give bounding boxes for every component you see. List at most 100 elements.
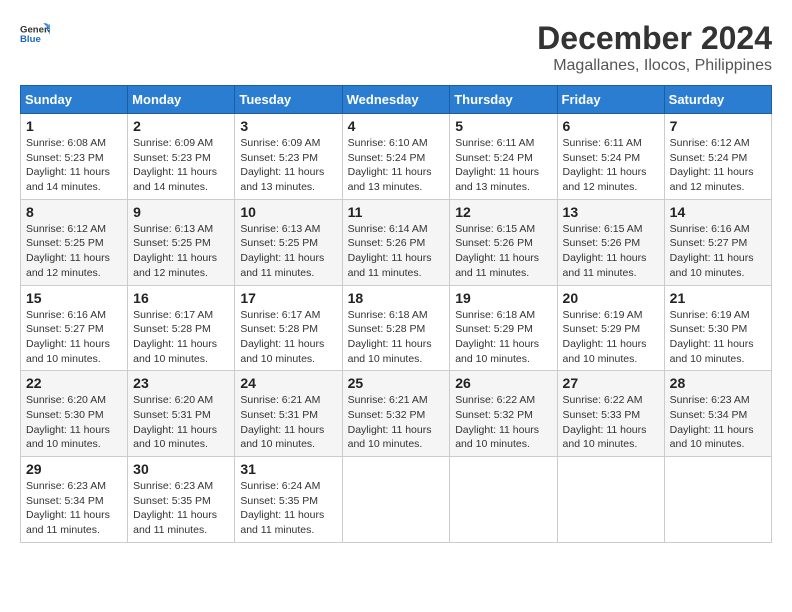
day-number: 20 [563,290,659,306]
day-number: 19 [455,290,551,306]
sunset-text: Sunset: 5:35 PM [133,495,211,507]
sunrise-text: Sunrise: 6:11 AM [563,137,642,149]
daylight-text: Daylight: 11 hours and 13 minutes. [240,166,324,193]
day-number: 16 [133,290,229,306]
day-info: Sunrise: 6:19 AM Sunset: 5:30 PM Dayligh… [670,308,766,367]
sunset-text: Sunset: 5:34 PM [26,495,104,507]
sunrise-text: Sunrise: 6:14 AM [348,223,428,235]
sunrise-text: Sunrise: 6:08 AM [26,137,106,149]
daylight-text: Daylight: 11 hours and 14 minutes. [133,166,217,193]
daylight-text: Daylight: 11 hours and 10 minutes. [26,338,110,365]
daylight-text: Daylight: 11 hours and 11 minutes. [563,252,647,279]
day-number: 24 [240,375,336,391]
daylight-text: Daylight: 11 hours and 10 minutes. [348,424,432,451]
sunset-text: Sunset: 5:24 PM [563,152,641,164]
daylight-text: Daylight: 11 hours and 11 minutes. [240,252,324,279]
day-info: Sunrise: 6:23 AM Sunset: 5:34 PM Dayligh… [26,479,122,538]
day-info: Sunrise: 6:20 AM Sunset: 5:31 PM Dayligh… [133,393,229,452]
day-number: 3 [240,118,336,134]
day-number: 12 [455,204,551,220]
sunrise-text: Sunrise: 6:22 AM [563,394,643,406]
day-info: Sunrise: 6:24 AM Sunset: 5:35 PM Dayligh… [240,479,336,538]
day-number: 31 [240,461,336,477]
sunset-text: Sunset: 5:25 PM [26,237,104,249]
daylight-text: Daylight: 11 hours and 11 minutes. [455,252,539,279]
sunrise-text: Sunrise: 6:19 AM [670,309,750,321]
day-number: 22 [26,375,122,391]
daylight-text: Daylight: 11 hours and 10 minutes. [670,338,754,365]
sunrise-text: Sunrise: 6:15 AM [563,223,643,235]
daylight-text: Daylight: 11 hours and 10 minutes. [670,424,754,451]
sunset-text: Sunset: 5:23 PM [240,152,318,164]
day-info: Sunrise: 6:13 AM Sunset: 5:25 PM Dayligh… [240,222,336,281]
day-number: 9 [133,204,229,220]
daylight-text: Daylight: 11 hours and 13 minutes. [348,166,432,193]
sunrise-text: Sunrise: 6:18 AM [348,309,428,321]
sunset-text: Sunset: 5:29 PM [455,323,533,335]
sunset-text: Sunset: 5:32 PM [348,409,426,421]
location-title: Magallanes, Ilocos, Philippines [537,57,772,75]
day-info: Sunrise: 6:15 AM Sunset: 5:26 PM Dayligh… [455,222,551,281]
calendar-cell: 15 Sunrise: 6:16 AM Sunset: 5:27 PM Dayl… [21,285,128,371]
calendar-cell: 9 Sunrise: 6:13 AM Sunset: 5:25 PM Dayli… [128,199,235,285]
calendar-cell: 13 Sunrise: 6:15 AM Sunset: 5:26 PM Dayl… [557,199,664,285]
day-number: 14 [670,204,766,220]
calendar-week-5: 29 Sunrise: 6:23 AM Sunset: 5:34 PM Dayl… [21,457,772,543]
sunset-text: Sunset: 5:31 PM [240,409,318,421]
calendar-cell: 31 Sunrise: 6:24 AM Sunset: 5:35 PM Dayl… [235,457,342,543]
daylight-text: Daylight: 11 hours and 10 minutes. [240,338,324,365]
day-info: Sunrise: 6:20 AM Sunset: 5:30 PM Dayligh… [26,393,122,452]
sunset-text: Sunset: 5:24 PM [455,152,533,164]
day-number: 1 [26,118,122,134]
calendar-cell: 2 Sunrise: 6:09 AM Sunset: 5:23 PM Dayli… [128,114,235,200]
day-info: Sunrise: 6:17 AM Sunset: 5:28 PM Dayligh… [240,308,336,367]
sunset-text: Sunset: 5:34 PM [670,409,748,421]
sunset-text: Sunset: 5:30 PM [670,323,748,335]
sunrise-text: Sunrise: 6:13 AM [240,223,320,235]
day-number: 28 [670,375,766,391]
day-number: 18 [348,290,445,306]
day-number: 8 [26,204,122,220]
sunrise-text: Sunrise: 6:23 AM [133,480,213,492]
calendar-cell: 8 Sunrise: 6:12 AM Sunset: 5:25 PM Dayli… [21,199,128,285]
day-number: 5 [455,118,551,134]
daylight-text: Daylight: 11 hours and 10 minutes. [240,424,324,451]
sunset-text: Sunset: 5:28 PM [240,323,318,335]
sunrise-text: Sunrise: 6:21 AM [348,394,428,406]
day-info: Sunrise: 6:23 AM Sunset: 5:35 PM Dayligh… [133,479,229,538]
sunrise-text: Sunrise: 6:17 AM [133,309,213,321]
sunrise-text: Sunrise: 6:23 AM [670,394,750,406]
calendar-cell [342,457,450,543]
weekday-header-monday: Monday [128,86,235,114]
calendar-cell: 22 Sunrise: 6:20 AM Sunset: 5:30 PM Dayl… [21,371,128,457]
calendar-week-3: 15 Sunrise: 6:16 AM Sunset: 5:27 PM Dayl… [21,285,772,371]
weekday-header-saturday: Saturday [664,86,771,114]
calendar-cell [450,457,557,543]
sunset-text: Sunset: 5:23 PM [133,152,211,164]
sunrise-text: Sunrise: 6:10 AM [348,137,428,149]
day-info: Sunrise: 6:21 AM Sunset: 5:31 PM Dayligh… [240,393,336,452]
day-info: Sunrise: 6:17 AM Sunset: 5:28 PM Dayligh… [133,308,229,367]
day-info: Sunrise: 6:15 AM Sunset: 5:26 PM Dayligh… [563,222,659,281]
calendar-cell: 21 Sunrise: 6:19 AM Sunset: 5:30 PM Dayl… [664,285,771,371]
daylight-text: Daylight: 11 hours and 11 minutes. [133,509,217,536]
day-info: Sunrise: 6:12 AM Sunset: 5:25 PM Dayligh… [26,222,122,281]
sunset-text: Sunset: 5:31 PM [133,409,211,421]
sunset-text: Sunset: 5:35 PM [240,495,318,507]
sunrise-text: Sunrise: 6:22 AM [455,394,535,406]
calendar-cell: 14 Sunrise: 6:16 AM Sunset: 5:27 PM Dayl… [664,199,771,285]
daylight-text: Daylight: 11 hours and 10 minutes. [455,338,539,365]
calendar-cell: 28 Sunrise: 6:23 AM Sunset: 5:34 PM Dayl… [664,371,771,457]
sunrise-text: Sunrise: 6:18 AM [455,309,535,321]
daylight-text: Daylight: 11 hours and 14 minutes. [26,166,110,193]
daylight-text: Daylight: 11 hours and 12 minutes. [670,166,754,193]
calendar-cell: 23 Sunrise: 6:20 AM Sunset: 5:31 PM Dayl… [128,371,235,457]
sunset-text: Sunset: 5:27 PM [26,323,104,335]
calendar-cell: 10 Sunrise: 6:13 AM Sunset: 5:25 PM Dayl… [235,199,342,285]
day-number: 7 [670,118,766,134]
month-title: December 2024 [537,20,772,57]
sunrise-text: Sunrise: 6:16 AM [670,223,750,235]
weekday-header-thursday: Thursday [450,86,557,114]
day-info: Sunrise: 6:09 AM Sunset: 5:23 PM Dayligh… [133,136,229,195]
day-number: 10 [240,204,336,220]
